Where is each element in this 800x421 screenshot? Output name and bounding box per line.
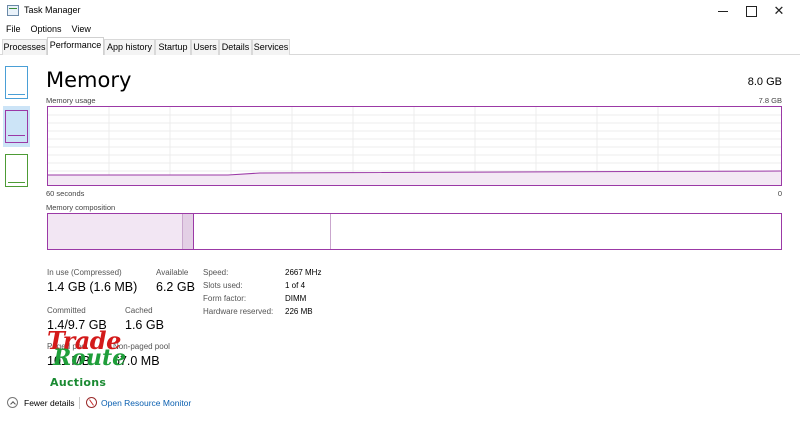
composition-in-use[interactable]: [48, 214, 182, 249]
footer-bar: Fewer details Open Resource Monitor: [0, 393, 800, 413]
window-title: Task Manager: [24, 5, 81, 15]
close-button[interactable]: ✕: [764, 0, 794, 22]
performance-sidebar: [0, 56, 30, 386]
menu-bar: File Options View: [0, 22, 95, 37]
tab-app-history[interactable]: App history: [104, 39, 155, 55]
fewer-details-link[interactable]: Fewer details: [24, 398, 75, 408]
memory-composition-bar: [47, 213, 782, 250]
resource-monitor-icon[interactable]: [86, 397, 97, 408]
detail-value: 1 of 4: [285, 281, 306, 290]
menu-file[interactable]: File: [6, 22, 21, 37]
footer-divider: [79, 397, 80, 409]
usage-graph-label: Memory usage: [46, 96, 96, 105]
tab-startup[interactable]: Startup: [155, 39, 191, 55]
stat-value: 1.6 GB: [125, 318, 164, 332]
tab-details[interactable]: Details: [219, 39, 252, 55]
composition-standby[interactable]: [193, 214, 331, 249]
usage-graph-svg: [48, 107, 781, 185]
memory-usage-graph: [47, 106, 782, 186]
stat-label: In use (Compressed): [47, 268, 122, 277]
watermark-line3: Auctions: [50, 376, 107, 389]
detail-key: Slots used:: [203, 281, 243, 290]
stat-label: Committed: [47, 306, 86, 315]
composition-free[interactable]: [331, 214, 781, 249]
stat-cached: Cached 1.6 GB: [125, 306, 164, 332]
chevron-up-circle-icon[interactable]: [7, 397, 18, 408]
stat-in-use: In use (Compressed) 1.4 GB (1.6 MB): [47, 268, 137, 294]
stat-value: 1.4 GB (1.6 MB): [47, 280, 138, 294]
maximize-button[interactable]: [736, 0, 766, 22]
tab-services[interactable]: Services: [252, 39, 290, 55]
page-title: Memory: [46, 68, 132, 92]
menu-view[interactable]: View: [72, 22, 91, 37]
detail-key: Form factor:: [203, 294, 247, 303]
composition-label: Memory composition: [46, 203, 116, 212]
title-bar: Task Manager ✕: [0, 0, 800, 22]
minimize-button[interactable]: [708, 0, 738, 22]
memory-thumbnail[interactable]: [5, 110, 28, 143]
stat-label: Available: [156, 268, 189, 277]
detail-key: Speed:: [203, 268, 229, 277]
graph-axis-right: 0: [777, 189, 782, 198]
graph-axis-left: 60 seconds: [46, 189, 85, 198]
total-memory: 8.0 GB: [747, 76, 782, 88]
tab-processes[interactable]: Processes: [2, 39, 47, 55]
stat-label: Cached: [125, 306, 153, 315]
open-resource-monitor-link[interactable]: Open Resource Monitor: [101, 398, 191, 408]
stat-available: Available 6.2 GB: [156, 268, 195, 294]
tab-users[interactable]: Users: [191, 39, 219, 55]
cpu-thumbnail[interactable]: [5, 66, 28, 99]
detail-value: 226 MB: [285, 307, 313, 316]
detail-value: DIMM: [285, 294, 307, 303]
detail-key: Hardware reserved:: [203, 307, 274, 316]
watermark-line2: Route: [53, 345, 127, 371]
usage-graph-max: 7.8 GB: [758, 96, 782, 105]
watermark-logo: Trade Route Auctions: [45, 326, 127, 392]
stat-value: 6.2 GB: [156, 280, 195, 294]
detail-value: 2667 MHz: [285, 268, 322, 277]
tab-strip: Processes Performance App history Startu…: [0, 37, 800, 55]
menu-options[interactable]: Options: [31, 22, 62, 37]
tab-performance[interactable]: Performance: [47, 37, 104, 55]
composition-modified[interactable]: [182, 214, 193, 249]
task-manager-icon: [7, 5, 19, 16]
disk-thumbnail[interactable]: [5, 154, 28, 187]
